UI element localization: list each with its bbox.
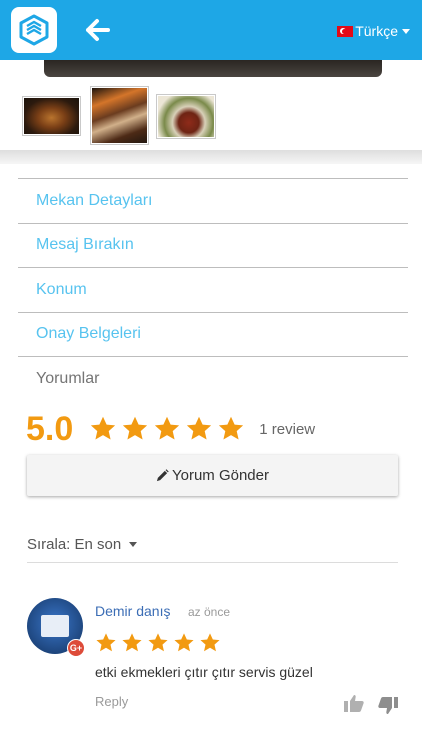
- venue-nav-list: Mekan Detayları Mesaj Bırakın Konum Onay…: [18, 178, 408, 401]
- comment-time: az önce: [188, 605, 231, 619]
- rating-stars: [89, 415, 249, 443]
- star-icon: [155, 416, 180, 440]
- gallery-thumbnail[interactable]: [90, 86, 149, 145]
- nav-item-reviews[interactable]: Yorumlar: [18, 356, 408, 401]
- comment-author[interactable]: Demir danış: [95, 603, 170, 619]
- nav-item-certificates[interactable]: Onay Belgeleri: [18, 311, 408, 357]
- rating-score: 5.0: [26, 409, 74, 448]
- star-icon: [91, 416, 116, 440]
- star-icon: [123, 416, 148, 440]
- nav-item-label: Mekan Detayları: [36, 191, 153, 209]
- sort-dropdown[interactable]: Sırala: En son: [27, 536, 138, 553]
- google-plus-icon: G+: [67, 639, 85, 657]
- thumbs-down-icon[interactable]: [378, 697, 398, 715]
- pencil-icon: [156, 469, 169, 482]
- sort-label: Sırala: En son: [27, 536, 122, 553]
- write-review-button[interactable]: Yorum Gönder: [27, 455, 398, 496]
- comment-stars: [95, 632, 225, 654]
- nav-item-location[interactable]: Konum: [18, 267, 408, 312]
- write-review-label: Yorum Gönder: [171, 467, 269, 484]
- gallery-thumbnail[interactable]: [22, 96, 81, 136]
- back-arrow-icon[interactable]: [84, 16, 112, 44]
- star-icon: [219, 416, 244, 440]
- nav-item-label: Konum: [36, 280, 87, 298]
- turkey-flag-icon: [337, 25, 354, 37]
- section-divider: [0, 150, 422, 164]
- hero-image: [44, 60, 382, 77]
- star-icon: [187, 416, 212, 440]
- nav-item-label: Yorumlar: [36, 369, 100, 387]
- star-icon: [148, 633, 168, 652]
- nav-item-venue-details[interactable]: Mekan Detayları: [18, 178, 408, 223]
- star-icon: [200, 633, 220, 652]
- comment-text: etki ekmekleri çıtır çıtır servis güzel: [95, 664, 313, 680]
- logo-icon[interactable]: [11, 7, 57, 53]
- star-icon: [96, 633, 116, 652]
- nav-item-label: Onay Belgeleri: [36, 325, 141, 343]
- chevron-down-icon: [402, 28, 410, 34]
- gallery-thumbnail[interactable]: [156, 94, 216, 139]
- nav-item-label: Mesaj Bırakın: [36, 236, 134, 254]
- chevron-down-icon: [129, 542, 138, 547]
- language-selector[interactable]: Türkçe: [337, 22, 410, 40]
- divider: [27, 562, 398, 563]
- language-label: Türkçe: [355, 23, 398, 39]
- thumbs-up-icon[interactable]: [344, 694, 364, 712]
- rating-summary: 5.0 1 review: [26, 408, 315, 450]
- star-icon: [174, 633, 194, 652]
- reply-link[interactable]: Reply: [95, 694, 128, 709]
- avatar-image: [41, 615, 69, 637]
- nav-item-leave-message[interactable]: Mesaj Bırakın: [18, 222, 408, 268]
- top-bar: Türkçe: [0, 0, 422, 60]
- star-icon: [122, 633, 142, 652]
- review-count: 1 review: [259, 420, 316, 438]
